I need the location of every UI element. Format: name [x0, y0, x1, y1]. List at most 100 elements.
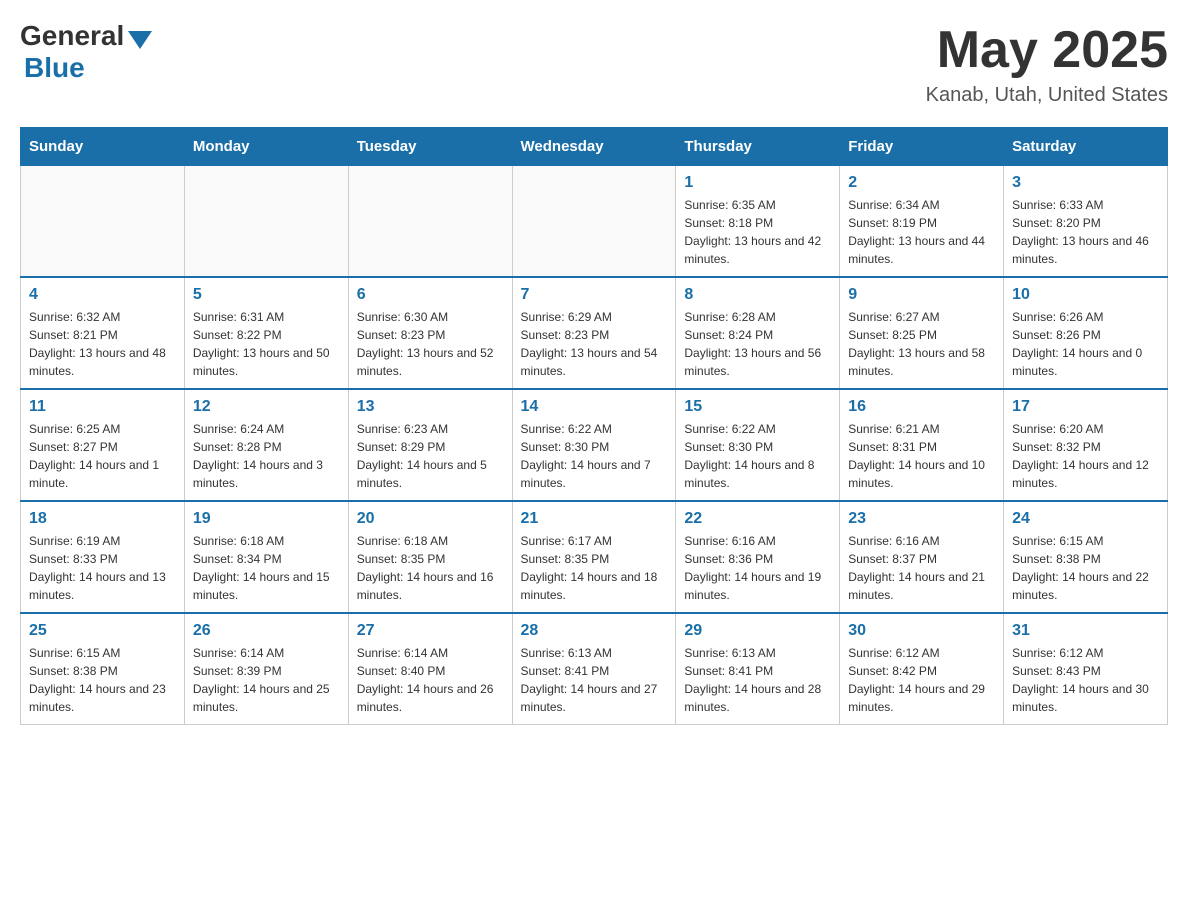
weekday-header-sunday: Sunday: [21, 128, 185, 166]
calendar-cell: 23 Sunrise: 6:16 AM Sunset: 8:37 PM Dayli…: [840, 501, 1004, 613]
month-title: May 2025: [926, 20, 1168, 80]
calendar-cell: 26 Sunrise: 6:14 AM Sunset: 8:39 PM Dayli…: [184, 613, 348, 725]
calendar-cell: 7 Sunrise: 6:29 AM Sunset: 8:23 PM Daylig…: [512, 277, 676, 389]
calendar-cell: [512, 166, 676, 278]
day-number: 25: [29, 622, 176, 640]
calendar-cell: [348, 166, 512, 278]
calendar-cell: 4 Sunrise: 6:32 AM Sunset: 8:21 PM Daylig…: [21, 277, 185, 389]
weekday-header-monday: Monday: [184, 128, 348, 166]
weekday-header-saturday: Saturday: [1004, 128, 1168, 166]
day-info: Sunrise: 6:26 AM Sunset: 8:26 PM Dayligh…: [1012, 308, 1159, 380]
day-info: Sunrise: 6:30 AM Sunset: 8:23 PM Dayligh…: [357, 308, 504, 380]
calendar-cell: 16 Sunrise: 6:21 AM Sunset: 8:31 PM Dayli…: [840, 389, 1004, 501]
day-number: 26: [193, 622, 340, 640]
day-info: Sunrise: 6:14 AM Sunset: 8:39 PM Dayligh…: [193, 644, 340, 716]
day-number: 10: [1012, 286, 1159, 304]
day-number: 9: [848, 286, 995, 304]
day-info: Sunrise: 6:32 AM Sunset: 8:21 PM Dayligh…: [29, 308, 176, 380]
day-info: Sunrise: 6:18 AM Sunset: 8:35 PM Dayligh…: [357, 532, 504, 604]
title-section: May 2025 Kanab, Utah, United States: [926, 20, 1168, 107]
location-subtitle: Kanab, Utah, United States: [926, 84, 1168, 107]
calendar-cell: 28 Sunrise: 6:13 AM Sunset: 8:41 PM Dayli…: [512, 613, 676, 725]
calendar-week-row: 25Sunrise: 6:15 AM Sunset: 8:38 PM Dayli…: [21, 613, 1168, 725]
calendar-cell: 19 Sunrise: 6:18 AM Sunset: 8:34 PM Dayli…: [184, 501, 348, 613]
calendar-week-row: 1 Sunrise: 6:35 AM Sunset: 8:18 PM Daylig…: [21, 166, 1168, 278]
calendar-cell: [21, 166, 185, 278]
calendar-cell: 11Sunrise: 6:25 AM Sunset: 8:27 PM Dayli…: [21, 389, 185, 501]
day-number: 16: [848, 398, 995, 416]
day-info: Sunrise: 6:14 AM Sunset: 8:40 PM Dayligh…: [357, 644, 504, 716]
day-info: Sunrise: 6:16 AM Sunset: 8:36 PM Dayligh…: [684, 532, 831, 604]
calendar-cell: 20 Sunrise: 6:18 AM Sunset: 8:35 PM Dayli…: [348, 501, 512, 613]
day-number: 2: [848, 174, 995, 192]
calendar-table: SundayMondayTuesdayWednesdayThursdayFrid…: [20, 127, 1168, 725]
day-number: 14: [521, 398, 668, 416]
calendar-cell: 9 Sunrise: 6:27 AM Sunset: 8:25 PM Daylig…: [840, 277, 1004, 389]
day-number: 4: [29, 286, 176, 304]
weekday-header-row: SundayMondayTuesdayWednesdayThursdayFrid…: [21, 128, 1168, 166]
day-info: Sunrise: 6:21 AM Sunset: 8:31 PM Dayligh…: [848, 420, 995, 492]
calendar-cell: 27Sunrise: 6:14 AM Sunset: 8:40 PM Dayli…: [348, 613, 512, 725]
day-number: 19: [193, 510, 340, 528]
calendar-week-row: 11Sunrise: 6:25 AM Sunset: 8:27 PM Dayli…: [21, 389, 1168, 501]
day-number: 17: [1012, 398, 1159, 416]
day-info: Sunrise: 6:20 AM Sunset: 8:32 PM Dayligh…: [1012, 420, 1159, 492]
day-number: 12: [193, 398, 340, 416]
day-number: 18: [29, 510, 176, 528]
calendar-cell: 1 Sunrise: 6:35 AM Sunset: 8:18 PM Daylig…: [676, 166, 840, 278]
day-info: Sunrise: 6:13 AM Sunset: 8:41 PM Dayligh…: [521, 644, 668, 716]
day-number: 13: [357, 398, 504, 416]
day-number: 15: [684, 398, 831, 416]
calendar-cell: 29Sunrise: 6:13 AM Sunset: 8:41 PM Dayli…: [676, 613, 840, 725]
day-number: 1: [684, 174, 831, 192]
calendar-cell: 5Sunrise: 6:31 AM Sunset: 8:22 PM Daylig…: [184, 277, 348, 389]
calendar-cell: 15 Sunrise: 6:22 AM Sunset: 8:30 PM Dayli…: [676, 389, 840, 501]
calendar-cell: 14Sunrise: 6:22 AM Sunset: 8:30 PM Dayli…: [512, 389, 676, 501]
logo-blue-text: Blue: [24, 52, 85, 84]
day-number: 28: [521, 622, 668, 640]
weekday-header-tuesday: Tuesday: [348, 128, 512, 166]
day-number: 6: [357, 286, 504, 304]
day-number: 7: [521, 286, 668, 304]
day-number: 29: [684, 622, 831, 640]
day-number: 31: [1012, 622, 1159, 640]
day-info: Sunrise: 6:17 AM Sunset: 8:35 PM Dayligh…: [521, 532, 668, 604]
day-number: 23: [848, 510, 995, 528]
calendar-cell: 30 Sunrise: 6:12 AM Sunset: 8:42 PM Dayli…: [840, 613, 1004, 725]
calendar-cell: 2 Sunrise: 6:34 AM Sunset: 8:19 PM Daylig…: [840, 166, 1004, 278]
day-info: Sunrise: 6:22 AM Sunset: 8:30 PM Dayligh…: [684, 420, 831, 492]
day-number: 24: [1012, 510, 1159, 528]
day-info: Sunrise: 6:16 AM Sunset: 8:37 PM Dayligh…: [848, 532, 995, 604]
calendar-cell: 17 Sunrise: 6:20 AM Sunset: 8:32 PM Dayli…: [1004, 389, 1168, 501]
day-info: Sunrise: 6:24 AM Sunset: 8:28 PM Dayligh…: [193, 420, 340, 492]
day-info: Sunrise: 6:29 AM Sunset: 8:23 PM Dayligh…: [521, 308, 668, 380]
day-info: Sunrise: 6:12 AM Sunset: 8:42 PM Dayligh…: [848, 644, 995, 716]
day-info: Sunrise: 6:34 AM Sunset: 8:19 PM Dayligh…: [848, 196, 995, 268]
calendar-cell: 21Sunrise: 6:17 AM Sunset: 8:35 PM Dayli…: [512, 501, 676, 613]
day-number: 22: [684, 510, 831, 528]
calendar-cell: 10 Sunrise: 6:26 AM Sunset: 8:26 PM Dayli…: [1004, 277, 1168, 389]
day-info: Sunrise: 6:27 AM Sunset: 8:25 PM Dayligh…: [848, 308, 995, 380]
logo-triangle-icon: [128, 31, 152, 49]
day-info: Sunrise: 6:18 AM Sunset: 8:34 PM Dayligh…: [193, 532, 340, 604]
calendar-cell: [184, 166, 348, 278]
calendar-week-row: 18 Sunrise: 6:19 AM Sunset: 8:33 PM Dayli…: [21, 501, 1168, 613]
day-info: Sunrise: 6:25 AM Sunset: 8:27 PM Dayligh…: [29, 420, 176, 492]
calendar-cell: 3Sunrise: 6:33 AM Sunset: 8:20 PM Daylig…: [1004, 166, 1168, 278]
calendar-cell: 12 Sunrise: 6:24 AM Sunset: 8:28 PM Dayli…: [184, 389, 348, 501]
day-number: 30: [848, 622, 995, 640]
weekday-header-thursday: Thursday: [676, 128, 840, 166]
calendar-cell: 31 Sunrise: 6:12 AM Sunset: 8:43 PM Dayli…: [1004, 613, 1168, 725]
day-info: Sunrise: 6:35 AM Sunset: 8:18 PM Dayligh…: [684, 196, 831, 268]
calendar-cell: 6 Sunrise: 6:30 AM Sunset: 8:23 PM Daylig…: [348, 277, 512, 389]
weekday-header-friday: Friday: [840, 128, 1004, 166]
day-info: Sunrise: 6:12 AM Sunset: 8:43 PM Dayligh…: [1012, 644, 1159, 716]
day-number: 20: [357, 510, 504, 528]
day-number: 8: [684, 286, 831, 304]
calendar-week-row: 4 Sunrise: 6:32 AM Sunset: 8:21 PM Daylig…: [21, 277, 1168, 389]
day-number: 5: [193, 286, 340, 304]
page-header: General Blue May 2025 Kanab, Utah, Unite…: [20, 20, 1168, 107]
day-info: Sunrise: 6:28 AM Sunset: 8:24 PM Dayligh…: [684, 308, 831, 380]
day-info: Sunrise: 6:19 AM Sunset: 8:33 PM Dayligh…: [29, 532, 176, 604]
calendar-cell: 8 Sunrise: 6:28 AM Sunset: 8:24 PM Daylig…: [676, 277, 840, 389]
